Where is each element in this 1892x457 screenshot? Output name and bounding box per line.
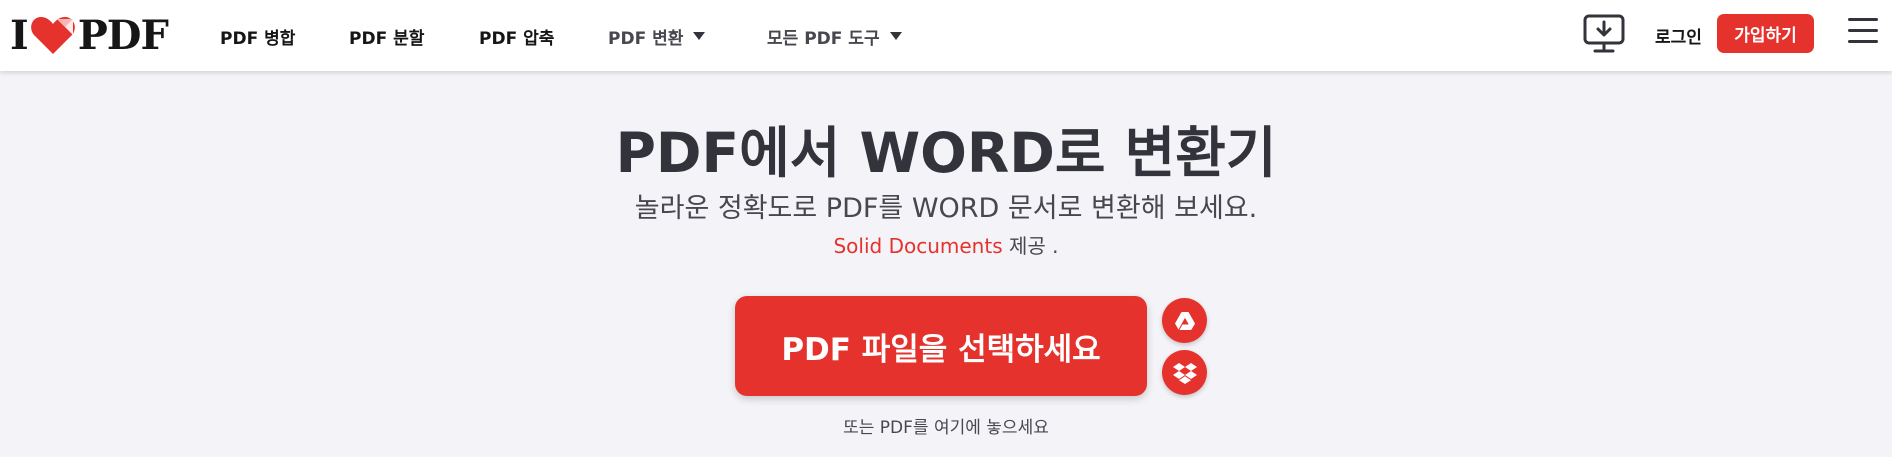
nav-split-pdf[interactable]: PDF 분할	[349, 23, 424, 49]
page-title: PDF에서 WORD로 변환기	[615, 121, 1277, 185]
nav-merge-pdf[interactable]: PDF 병합	[220, 23, 295, 49]
nav-convert-pdf-dropdown[interactable]: PDF 변환	[608, 23, 706, 49]
caret-down-icon	[889, 32, 902, 40]
nav-label: PDF 병합	[220, 28, 296, 49]
logo-letter-i: I	[10, 11, 29, 59]
provider-link[interactable]: Solid Documents	[833, 234, 1002, 258]
nav-label: PDF 압축	[479, 28, 555, 49]
hamburger-menu-icon[interactable]	[1848, 18, 1878, 46]
nav-compress-pdf[interactable]: PDF 압축	[479, 23, 554, 49]
signup-button[interactable]: 가입하기	[1717, 14, 1814, 53]
drop-hint: 또는 PDF를 여기에 놓으세요	[843, 418, 1049, 438]
menu-bar	[1848, 18, 1878, 21]
top-navbar: I PDF PDF 병합 PDF 분할 PDF 압축 PDF 변환 모든 PDF…	[0, 0, 1892, 71]
nav-all-tools-dropdown[interactable]: 모든 PDF 도구	[767, 23, 902, 49]
heart-icon	[30, 17, 75, 54]
dropbox-button[interactable]	[1162, 350, 1207, 395]
provider-suffix: 제공 .	[1008, 234, 1059, 258]
menu-bar	[1848, 40, 1878, 43]
google-drive-button[interactable]	[1162, 298, 1207, 343]
page-subtitle: 놀라운 정확도로 PDF를 WORD 문서로 변환해 보세요.	[634, 193, 1258, 224]
logo-text-pdf: PDF	[77, 11, 169, 59]
select-pdf-file-button[interactable]: PDF 파일을 선택하세요	[735, 296, 1147, 396]
desktop-download-icon[interactable]	[1583, 14, 1625, 54]
nav-label: PDF 분할	[349, 28, 425, 49]
dropbox-icon	[1172, 362, 1197, 384]
caret-down-icon	[693, 32, 706, 40]
nav-label: 모든 PDF 도구	[767, 28, 880, 49]
ilovepdf-logo[interactable]: I PDF	[10, 11, 169, 59]
provider-line: Solid Documents 제공 .	[0, 230, 1892, 259]
google-drive-icon	[1174, 311, 1195, 330]
login-link[interactable]: 로그인	[1655, 22, 1702, 48]
menu-bar	[1848, 29, 1878, 32]
nav-label: PDF 변환	[608, 28, 684, 49]
